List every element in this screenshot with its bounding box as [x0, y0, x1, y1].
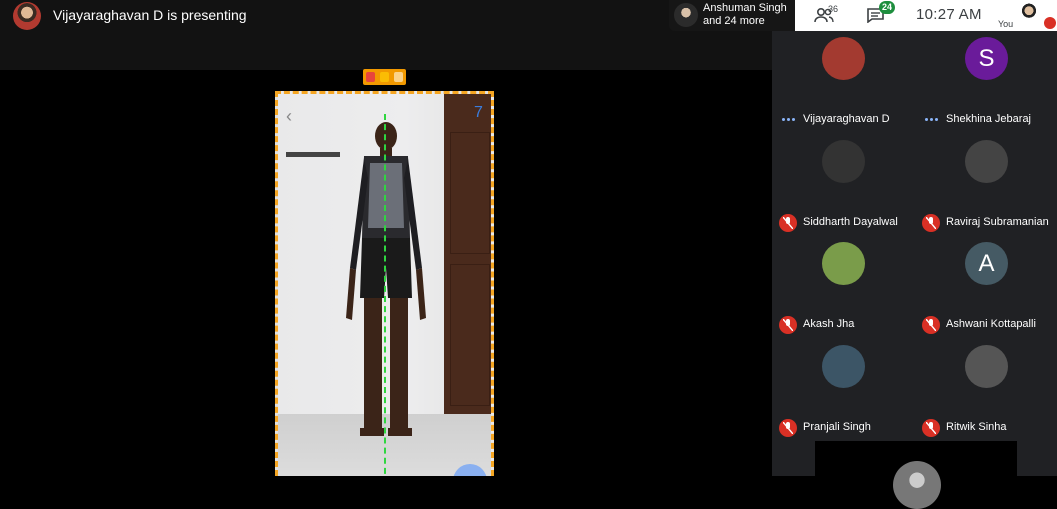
mic-off-icon: [922, 419, 940, 437]
mic-off-icon: [922, 214, 940, 232]
participant-name: Pranjali Singh: [803, 421, 871, 433]
participant-grid: Vijayaraghavan D S Shekhina Jebaraj Sidd…: [772, 31, 1057, 441]
participant-tile[interactable]: Raviraj Subramanian: [915, 134, 1057, 236]
participant-name: Shekhina Jebaraj: [946, 113, 1032, 125]
participants-summary-name: Anshuman Singh: [703, 2, 787, 14]
participant-avatar: [822, 345, 865, 388]
mic-off-icon: [779, 419, 797, 437]
presenter-bar: Vijayaraghavan D is presenting: [0, 0, 772, 70]
participant-avatar: [822, 242, 865, 285]
speaking-indicator-icon: [925, 117, 939, 123]
presenting-label: Vijayaraghavan D is presenting: [53, 7, 247, 23]
shared-screen: ‹ 7: [275, 91, 494, 476]
participant-tile[interactable]: Vijayaraghavan D: [772, 31, 915, 133]
participant-name: Raviraj Subramanian: [946, 216, 1049, 228]
speaking-indicator-icon: [782, 117, 796, 123]
participant-avatar: [893, 461, 941, 509]
self-label: You: [998, 19, 1014, 29]
panel-edge: [772, 441, 815, 476]
door-panel: [450, 264, 490, 406]
participant-avatar: [965, 140, 1008, 183]
meeting-controls: 36 24 10:27 AM You: [795, 0, 1057, 31]
self-avatar: [1019, 3, 1039, 25]
standing-person-image: [346, 122, 426, 436]
share-mic-icon[interactable]: [380, 72, 389, 82]
participant-name: Vijayaraghavan D: [803, 113, 890, 125]
presenter-avatar: [13, 2, 41, 30]
participant-tile[interactable]: Ritwik Sinha: [915, 339, 1057, 441]
participants-summary[interactable]: Anshuman Singh and 24 more: [669, 0, 795, 31]
panel-edge: [1017, 441, 1057, 476]
participant-tile[interactable]: Siddharth Dayalwal: [772, 134, 915, 236]
participant-avatar: [822, 37, 865, 80]
self-mic-off-icon: [1044, 17, 1056, 29]
participant-tile[interactable]: A Ashwani Kottapalli: [915, 236, 1057, 338]
coat-rack-image: [286, 152, 340, 157]
mic-off-icon: [779, 316, 797, 334]
share-stop-icon[interactable]: [366, 72, 375, 82]
clock: 10:27 AM: [916, 6, 982, 23]
door-panel: [450, 132, 490, 254]
participant-name: Ritwik Sinha: [946, 421, 1007, 433]
back-arrow-icon[interactable]: ‹: [286, 106, 292, 127]
participant-tile[interactable]: S Shekhina Jebaraj: [915, 31, 1057, 133]
participants-summary-more: and 24 more: [703, 15, 765, 27]
participant-avatar: A: [965, 242, 1008, 285]
participant-name: Akash Jha: [803, 318, 855, 330]
people-count: 36: [828, 4, 839, 14]
participant-avatar: [822, 140, 865, 183]
participant-avatar: [674, 3, 698, 27]
participant-name: Ashwani Kottapalli: [946, 318, 1036, 330]
chat-unread-badge: 24: [879, 1, 895, 14]
alignment-guide-line: [384, 114, 386, 476]
participant-avatar: S: [965, 37, 1008, 80]
participant-avatar: [965, 345, 1008, 388]
mic-off-icon: [922, 316, 940, 334]
participant-name: Siddharth Dayalwal: [803, 216, 898, 228]
participant-tile[interactable]: Pranjali Singh: [772, 339, 915, 441]
mic-off-icon: [779, 214, 797, 232]
share-copy-icon[interactable]: [394, 72, 403, 82]
rep-counter: 7: [474, 104, 483, 121]
participant-tile[interactable]: Akash Jha: [772, 236, 915, 338]
screen-share-controls[interactable]: [363, 69, 406, 85]
